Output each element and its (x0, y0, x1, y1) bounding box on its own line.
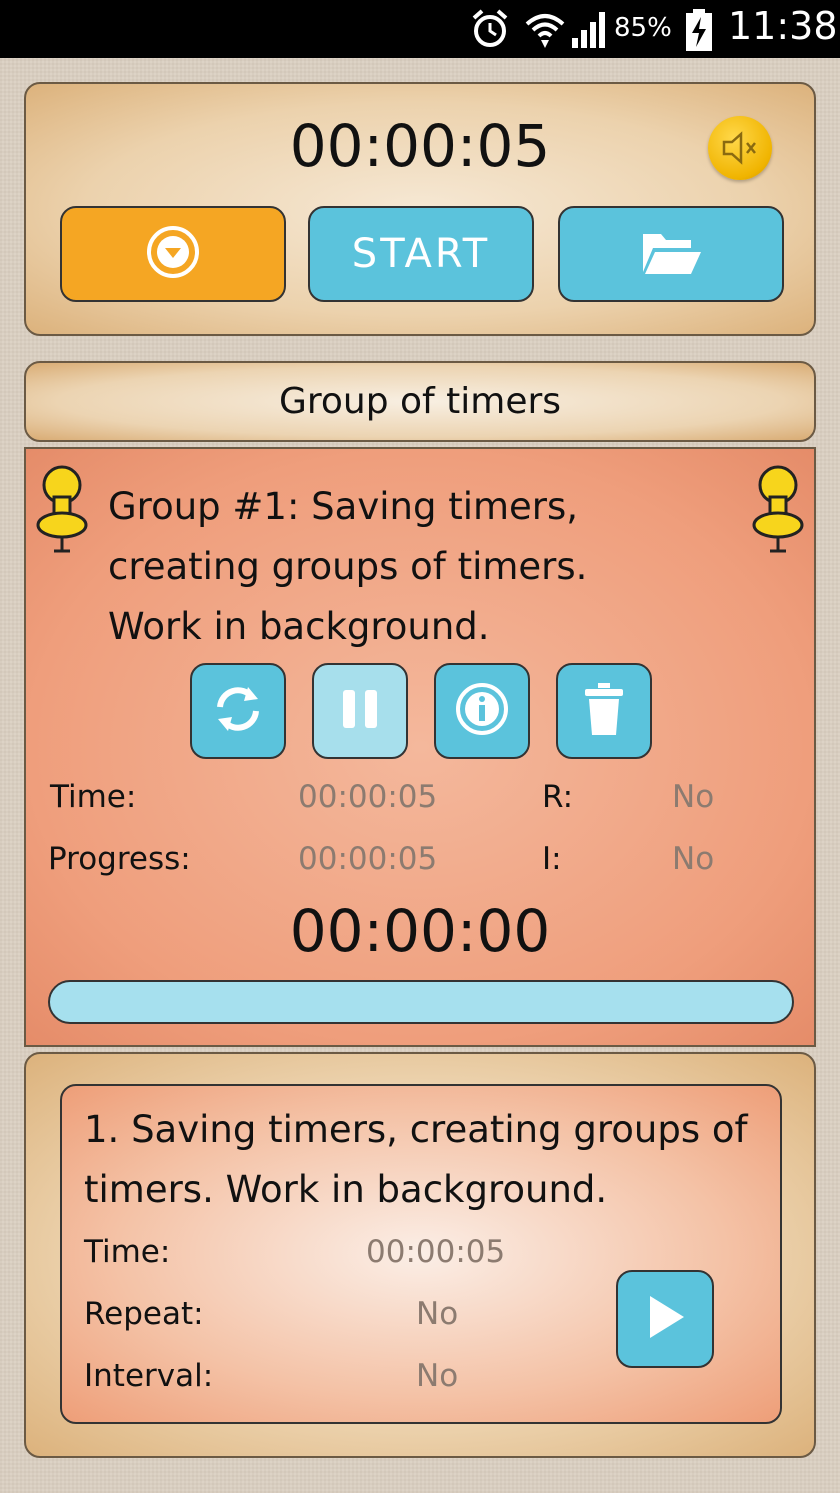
timer-time-label: Time: (84, 1234, 171, 1270)
delete-button[interactable] (556, 663, 652, 759)
interval-short-label: I: (542, 841, 562, 877)
open-folder-button[interactable] (558, 206, 784, 302)
time-label: Time: (50, 779, 137, 815)
timer-list-item[interactable]: 1. Saving timers, creating groups of tim… (60, 1084, 782, 1424)
wifi-icon (524, 8, 566, 54)
timer-item-title: 1. Saving timers, creating groups of tim… (84, 1108, 748, 1211)
trash-icon (579, 679, 629, 743)
battery-charging-icon (684, 8, 714, 56)
pushpin-icon (750, 463, 806, 559)
repeat-short-label: R: (542, 779, 574, 815)
play-button[interactable] (616, 1270, 714, 1368)
speaker-muted-icon (708, 131, 772, 184)
refresh-icon (208, 679, 268, 743)
timer-interval-label: Interval: (84, 1358, 214, 1394)
section-title: Group of timers (278, 381, 562, 422)
pause-icon (335, 684, 385, 738)
timer-time-value: 00:00:05 (366, 1234, 506, 1270)
main-time-display: 00:00:05 (289, 112, 551, 180)
pause-button[interactable] (312, 663, 408, 759)
pushpin-icon (34, 463, 90, 559)
info-button[interactable] (434, 663, 530, 759)
section-title-panel: Group of timers (24, 361, 816, 442)
repeat-short-value: No (672, 779, 715, 815)
folder-open-icon (639, 226, 703, 282)
group-description: Group #1: Saving timers, creating groups… (108, 485, 588, 648)
chevron-down-circle-icon (145, 224, 201, 284)
mute-button[interactable] (708, 116, 772, 180)
time-value: 00:00:05 (298, 779, 438, 815)
timer-repeat-label: Repeat: (84, 1296, 204, 1332)
signal-icon (570, 8, 612, 54)
progress-value: 00:00:05 (298, 841, 438, 877)
clock: 11:38 (728, 4, 838, 48)
remaining-time-display: 00:00:00 (289, 897, 551, 965)
timer-interval-value: No (416, 1358, 459, 1394)
battery-percent: 85% (614, 13, 672, 43)
start-button[interactable]: START (308, 206, 534, 302)
timer-list-panel: 1. Saving timers, creating groups of tim… (24, 1052, 816, 1458)
play-icon (640, 1292, 690, 1346)
restart-button[interactable] (190, 663, 286, 759)
group-card[interactable]: Group #1: Saving timers, creating groups… (24, 447, 816, 1047)
progress-label: Progress: (48, 841, 191, 877)
start-label: START (351, 231, 491, 277)
status-bar: 85% 11:38 (0, 0, 840, 58)
progress-bar (48, 980, 794, 1024)
info-icon (452, 679, 512, 743)
timer-repeat-value: No (416, 1296, 459, 1332)
dropdown-button[interactable] (60, 206, 286, 302)
interval-short-value: No (672, 841, 715, 877)
alarm-icon (470, 8, 510, 54)
timer-control-panel: 00:00:05 START (24, 82, 816, 336)
